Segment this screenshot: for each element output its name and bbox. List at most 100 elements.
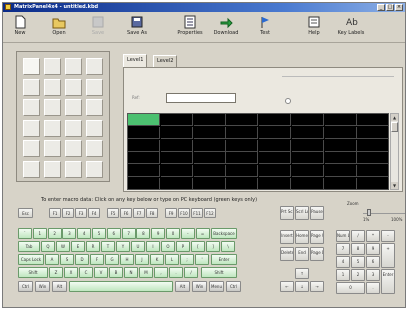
- key-nav[interactable]: Page Down: [310, 247, 324, 261]
- lcd-cell[interactable]: [357, 152, 390, 165]
- key-f6[interactable]: F6: [120, 208, 132, 218]
- lcd-cell[interactable]: [160, 165, 193, 178]
- key-num[interactable]: 5: [92, 228, 106, 239]
- lcd-cell[interactable]: [128, 126, 160, 139]
- key-num[interactable]: =: [195, 228, 210, 239]
- matrix-key-cell[interactable]: [23, 140, 40, 157]
- lcd-cell[interactable]: [193, 114, 226, 126]
- matrix-key-cell[interactable]: [65, 58, 82, 75]
- lcd-cell[interactable]: [357, 126, 390, 139]
- key-nav[interactable]: End: [295, 247, 309, 261]
- key-letter[interactable]: /: [184, 267, 198, 278]
- lcd-cell[interactable]: [193, 139, 226, 152]
- key-labels-button[interactable]: Ab Key Labels: [336, 15, 366, 41]
- key-letter[interactable]: A: [45, 254, 59, 265]
- key-f1[interactable]: F1: [49, 208, 61, 218]
- key-letter[interactable]: D: [75, 254, 89, 265]
- matrix-key-cell[interactable]: [44, 99, 61, 116]
- test-button[interactable]: Test: [250, 15, 280, 41]
- key-letter[interactable]: W: [56, 241, 70, 252]
- key-letter[interactable]: V: [94, 267, 108, 278]
- key-num[interactable]: 6: [106, 228, 121, 239]
- lcd-cell[interactable]: [291, 114, 324, 126]
- save-button[interactable]: Save: [83, 15, 113, 41]
- key-arrow-right[interactable]: →: [310, 281, 324, 292]
- key-letter[interactable]: I: [146, 241, 160, 252]
- lcd-cell[interactable]: [128, 114, 160, 126]
- key-menu[interactable]: Menu: [209, 281, 224, 292]
- key-letter[interactable]: H: [120, 254, 134, 265]
- lcd-cell[interactable]: [324, 152, 357, 165]
- key-numpad[interactable]: 3: [366, 269, 380, 281]
- lcd-cell[interactable]: [128, 178, 160, 190]
- key-sys[interactable]: Prt Scr: [280, 206, 294, 220]
- zoom-thumb[interactable]: [367, 209, 371, 216]
- key-numpad[interactable]: /: [351, 230, 365, 242]
- key-numpad-0[interactable]: 0: [336, 282, 365, 294]
- lcd-cell[interactable]: [128, 165, 160, 178]
- lcd-cell[interactable]: [226, 178, 259, 190]
- lcd-cell[interactable]: [357, 178, 390, 190]
- lcd-cell[interactable]: [324, 126, 357, 139]
- key-num[interactable]: 0: [166, 228, 180, 239]
- key-numpad[interactable]: 2: [351, 269, 365, 281]
- key-num[interactable]: 7: [121, 228, 136, 239]
- key-numpad[interactable]: 9: [366, 243, 380, 255]
- key-f2[interactable]: F2: [62, 208, 74, 218]
- matrix-key-cell[interactable]: [65, 119, 82, 137]
- matrix-key-cell[interactable]: [86, 119, 103, 137]
- key-f11[interactable]: F11: [191, 208, 203, 218]
- maximize-button[interactable]: □: [386, 4, 394, 11]
- lcd-cell[interactable]: [193, 165, 226, 178]
- key-letter[interactable]: .: [169, 267, 183, 278]
- lcd-cell[interactable]: [160, 178, 193, 190]
- lcd-cell[interactable]: [259, 178, 291, 190]
- key-letter[interactable]: S: [60, 254, 74, 265]
- lcd-cell[interactable]: [291, 152, 324, 165]
- key-numpad[interactable]: 8: [351, 243, 365, 255]
- lcd-cell[interactable]: [226, 126, 259, 139]
- key-letter[interactable]: ,: [154, 267, 168, 278]
- key-letter[interactable]: O: [161, 241, 175, 252]
- key-f4[interactable]: F4: [88, 208, 100, 218]
- minimize-button[interactable]: _: [377, 4, 385, 11]
- key-numpad[interactable]: 7: [336, 243, 350, 255]
- key-esc[interactable]: Esc: [18, 208, 33, 218]
- key-alt[interactable]: Alt: [175, 281, 190, 292]
- lcd-cell[interactable]: [160, 114, 193, 126]
- macro-name-input[interactable]: [166, 93, 236, 103]
- lcd-cell[interactable]: [160, 139, 193, 152]
- key-f12[interactable]: F12: [204, 208, 216, 218]
- key-numpad[interactable]: -: [381, 230, 395, 242]
- key-backspace[interactable]: Backspace: [211, 228, 237, 239]
- key-f9[interactable]: F9: [165, 208, 177, 218]
- save-as-button[interactable]: Save As: [122, 15, 152, 41]
- key-letter[interactable]: M: [139, 267, 153, 278]
- key-f3[interactable]: F3: [75, 208, 87, 218]
- key-letter[interactable]: \: [221, 241, 235, 252]
- key-letter[interactable]: ': [195, 254, 209, 265]
- matrix-key-cell[interactable]: [44, 78, 61, 96]
- key-numpad-enter[interactable]: Enter: [381, 269, 395, 294]
- key-arrow-up[interactable]: ↑: [295, 268, 309, 279]
- key-letter[interactable]: X: [64, 267, 78, 278]
- key-num[interactable]: 4: [77, 228, 92, 239]
- key-letter[interactable]: [: [191, 241, 205, 252]
- key-win[interactable]: Win: [192, 281, 207, 292]
- key-win[interactable]: Win: [35, 281, 50, 292]
- properties-button[interactable]: Properties: [175, 15, 205, 41]
- scroll-up-icon[interactable]: ▲: [391, 114, 398, 121]
- key-letter[interactable]: G: [105, 254, 119, 265]
- matrix-key-cell[interactable]: [65, 140, 82, 157]
- lcd-cell[interactable]: [226, 165, 259, 178]
- tab-level2[interactable]: Level2: [153, 55, 178, 67]
- lcd-cell[interactable]: [226, 139, 259, 152]
- lcd-cell[interactable]: [226, 152, 259, 165]
- matrix-key-cell[interactable]: [23, 58, 40, 75]
- key-nav[interactable]: Delete: [280, 247, 294, 261]
- key-letter[interactable]: B: [109, 267, 123, 278]
- tab-level1[interactable]: Level1: [123, 54, 148, 67]
- key-numpad[interactable]: Num Lock: [336, 230, 350, 242]
- lcd-cell[interactable]: [259, 114, 291, 126]
- new-button[interactable]: New: [5, 15, 35, 41]
